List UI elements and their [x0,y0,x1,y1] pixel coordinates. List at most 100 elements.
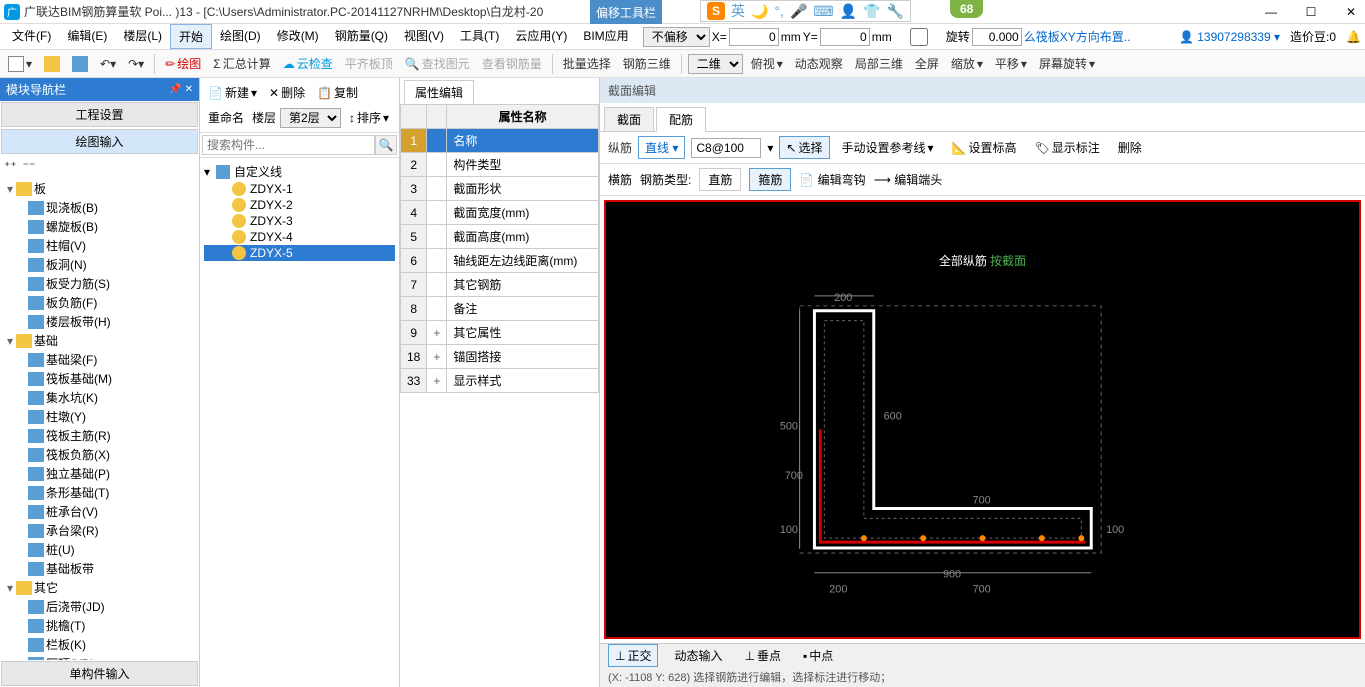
dynamic-input-button[interactable]: 动态输入 [668,645,728,666]
show-label-button[interactable]: 🏷 显示标注 [1029,137,1106,158]
wrench-icon[interactable]: 🔧 [886,3,903,20]
offset-mode-select[interactable]: 不偏移 [643,27,710,47]
moon-icon[interactable]: 🌙 [751,3,768,20]
notification-badge[interactable]: 68 [950,0,983,18]
property-row[interactable]: 8备注 [401,297,599,321]
tree-node[interactable]: ▾基础 [2,331,197,350]
rebar-3d-button[interactable]: 钢筋三维 [619,53,675,74]
tree-node[interactable]: 板受力筋(S) [2,274,197,293]
find-element-button[interactable]: 🔍 查找图元 [401,53,474,74]
rotate-checkbox[interactable] [894,28,944,46]
punct-icon[interactable]: °, [774,3,784,19]
component-tree[interactable]: ▾板现浇板(B)螺旋板(B)柱帽(V)板洞(N)板受力筋(S)板负筋(F)楼层板… [0,177,199,660]
list-item[interactable]: ZDYX-2 [204,197,395,213]
menu-绘图(D)[interactable]: 绘图(D) [212,24,269,49]
menu-BIM应用[interactable]: BIM应用 [575,24,636,49]
tree-node[interactable]: 后浇带(JD) [2,597,197,616]
list-item[interactable]: ZDYX-3 [204,213,395,229]
copy-component-button[interactable]: 📋 复制 [313,82,362,103]
menu-修改(M)[interactable]: 修改(M) [269,24,327,49]
cloud-check-button[interactable]: ☁ 云检查 [279,53,337,74]
tree-node[interactable]: 基础梁(F) [2,350,197,369]
section-tab[interactable]: 配筋 [656,107,706,132]
tree-node[interactable]: ▾其它 [2,578,197,597]
sum-button[interactable]: Σ 汇总计算 [209,53,274,74]
menu-云应用(Y)[interactable]: 云应用(Y) [507,24,575,49]
minimize-button[interactable]: — [1261,2,1281,22]
tree-node[interactable]: 挑檐(T) [2,616,197,635]
screen-rotate-button[interactable]: 屏幕旋转▾ [1035,53,1099,74]
x-input[interactable] [729,28,779,46]
person-icon[interactable]: 👤 [840,3,857,20]
view-2d-select[interactable]: 二维 [688,54,743,74]
section-tab[interactable]: 截面 [604,107,654,131]
menu-钢筋量(Q)[interactable]: 钢筋量(Q) [327,24,396,49]
tree-node[interactable]: 现浇板(B) [2,198,197,217]
select-tool-button[interactable]: ↖ 选择 [779,136,829,159]
new-component-button[interactable]: 📄 新建▾ [204,82,261,103]
shirt-icon[interactable]: 👕 [863,3,880,20]
dynamic-view-button[interactable]: 动态观察 [791,53,847,74]
tree-node[interactable]: ▾板 [2,179,197,198]
list-root[interactable]: ▾自定义线 [204,162,395,181]
menu-楼层(L)[interactable]: 楼层(L) [115,24,170,49]
property-row[interactable]: 4截面宽度(mm) [401,201,599,225]
set-elevation-button[interactable]: 📐 设置标高 [946,137,1023,158]
tree-node[interactable]: 板负筋(F) [2,293,197,312]
tree-node[interactable]: 压顶(YD) [2,654,197,660]
section-canvas[interactable]: 全部纵筋 按截面 200 500 60 [604,200,1361,639]
manual-ref-button[interactable]: 手动设置参考线 ▾ [836,137,940,158]
collapse-all-icon[interactable]: ⁻⁻ [23,159,36,173]
draw-input-button[interactable]: 绘图输入 [1,129,198,154]
undo-button[interactable]: ↶▾ [96,55,120,73]
tree-node[interactable]: 筏板基础(M) [2,369,197,388]
property-row[interactable]: 5截面高度(mm) [401,225,599,249]
ime-lang[interactable]: 英 [731,1,745,21]
property-row[interactable]: 33+显示样式 [401,369,599,393]
tree-node[interactable]: 楼层板带(H) [2,312,197,331]
tree-node[interactable]: 基础板带 [2,559,197,578]
menu-开始[interactable]: 开始 [170,24,212,49]
delete-component-button[interactable]: ✕ 删除 [265,82,309,103]
open-file-button[interactable] [40,54,64,74]
rotate-input[interactable] [972,28,1022,46]
tree-node[interactable]: 集水坑(K) [2,388,197,407]
close-button[interactable]: ✕ [1341,2,1361,22]
tree-node[interactable]: 螺旋板(B) [2,217,197,236]
redo-button[interactable]: ↷▾ [124,55,148,73]
property-row[interactable]: 3截面形状 [401,177,599,201]
property-row[interactable]: 9+其它属性 [401,321,599,345]
sort-button[interactable]: ↕ 排序▾ [345,107,393,128]
y-input[interactable] [820,28,870,46]
local-3d-button[interactable]: 局部三维 [851,53,907,74]
tree-node[interactable]: 桩(U) [2,540,197,559]
tree-node[interactable]: 柱帽(V) [2,236,197,255]
expand-all-icon[interactable]: ⁺⁺ [4,159,17,173]
midpoint-snap-button[interactable]: ▪ 中点 [797,645,839,666]
mic-icon[interactable]: 🎤 [790,3,807,20]
perp-snap-button[interactable]: ⊥ 垂点 [738,645,786,666]
list-item[interactable]: ZDYX-5 [204,245,395,261]
list-item[interactable]: ZDYX-1 [204,181,395,197]
project-settings-button[interactable]: 工程设置 [1,102,198,127]
single-component-button[interactable]: 单构件输入 [1,661,198,686]
menu-文件(F)[interactable]: 文件(F) [4,24,59,49]
tree-node[interactable]: 桩承台(V) [2,502,197,521]
flat-top-button[interactable]: 平齐板顶 [341,53,397,74]
tree-node[interactable]: 栏板(K) [2,635,197,654]
tree-node[interactable]: 筏板主筋(R) [2,426,197,445]
edit-hook-button[interactable]: 📄 编辑弯钩 [799,171,865,188]
property-row[interactable]: 1名称 [401,129,599,153]
user-id[interactable]: 👤 13907298339 ▾ [1179,30,1280,44]
menu-工具(T)[interactable]: 工具(T) [452,24,507,49]
rename-component-button[interactable]: 重命名 [204,107,248,128]
keyboard-icon[interactable]: ⌨ [813,3,833,20]
property-row[interactable]: 7其它钢筋 [401,273,599,297]
layout-hint[interactable]: 么筏板XY方向布置.. [1024,28,1131,45]
delete-rebar-button[interactable]: 删除 [1112,137,1148,158]
list-item[interactable]: ZDYX-4 [204,229,395,245]
tree-node[interactable]: 独立基础(P) [2,464,197,483]
property-row[interactable]: 18+锚固搭接 [401,345,599,369]
tree-node[interactable]: 筏板负筋(X) [2,445,197,464]
line-type-select[interactable]: 直线 ▾ [638,136,685,159]
